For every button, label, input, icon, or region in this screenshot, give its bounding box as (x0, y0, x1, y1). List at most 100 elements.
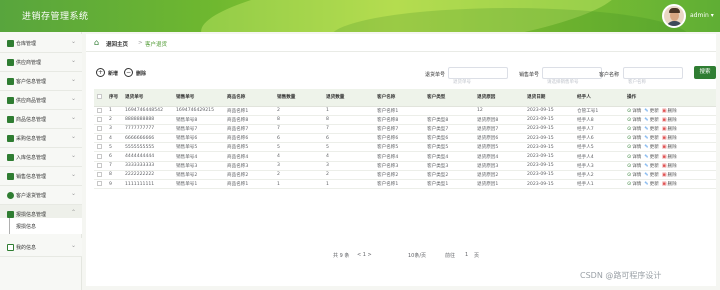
pagination-goto-input[interactable]: 1 (465, 252, 468, 258)
sidebar-subitem-damage-info[interactable]: 报损信息 (0, 218, 82, 234)
table-cell: 2023-09-15 (527, 126, 554, 132)
row-select-cell[interactable] (94, 161, 106, 170)
view-action-label: 详情 (632, 163, 642, 169)
sidebar-item-supplier[interactable]: 供应商管理 ⌄ (0, 53, 82, 72)
edit-action[interactable]: ✎更新 (644, 126, 658, 132)
col-header: 销售数量 (274, 89, 323, 107)
row-select-cell[interactable] (94, 143, 106, 152)
view-action[interactable]: ⊙详情 (627, 181, 641, 187)
table-row[interactable]: 6 4444444444 销售单号4 商品名称4 4 4 客户名称4 客户类型4 退货原因4 20… (94, 152, 716, 162)
sidebar-item-purchase[interactable]: 采购信息管理 ⌄ (0, 129, 82, 148)
table-cell: 客户类型6 (427, 136, 449, 142)
del-action[interactable]: ▣删除 (662, 135, 677, 141)
edit-action[interactable]: ✎更新 (644, 117, 658, 123)
return-no-input[interactable] (449, 77, 507, 88)
sidebar-item-customer-return[interactable]: 客户退货管理 ⌄ (0, 186, 82, 205)
chat-icon (7, 59, 14, 66)
search-button[interactable]: 搜索 (694, 66, 716, 79)
table-row[interactable]: 1 1694746448542 1694746429215 商品名称1 2 1 客户名称1 1… (94, 106, 716, 116)
del-action[interactable]: ▣删除 (662, 154, 677, 160)
pagination-page-size[interactable]: 10条/页 (408, 252, 426, 259)
table-cell: 7 (277, 126, 280, 132)
view-action[interactable]: ⊙详情 (627, 108, 641, 114)
table-row[interactable]: 3 7777777777 销售单号7 商品名称7 7 7 客户名称7 客户类型7 退货原因7 20… (94, 124, 716, 134)
view-action[interactable]: ⊙详情 (627, 172, 641, 178)
edit-action[interactable]: ✎更新 (644, 181, 658, 187)
table-row[interactable]: 5 5555555555 销售单号5 商品名称5 5 5 客户名称5 客户类型5 退货原因5 20… (94, 143, 716, 152)
sidebar-item-inbound[interactable]: 入库信息管理 ⌄ (0, 148, 82, 167)
row-checkbox[interactable] (97, 171, 102, 177)
del-action[interactable]: ▣删除 (662, 144, 677, 150)
row-checkbox[interactable] (97, 116, 102, 122)
row-select-cell[interactable] (94, 170, 106, 179)
del-action[interactable]: ▣删除 (662, 108, 677, 114)
sidebar-item-my-info[interactable]: 我的信息 ⌄ (0, 238, 82, 257)
row-select-cell[interactable] (94, 152, 106, 161)
pagination-pages[interactable]: < 1 > (357, 252, 372, 258)
customer-name-field[interactable] (623, 67, 683, 88)
customer-name-input[interactable] (624, 77, 682, 88)
row-checkbox[interactable] (97, 125, 102, 131)
sidebar-item-goods[interactable]: 商品信息管理 ⌄ (0, 110, 82, 129)
sidebar-item-sales[interactable]: 销售信息管理 ⌄ (0, 167, 82, 186)
row-select-cell[interactable] (94, 134, 106, 143)
del-action[interactable]: ▣删除 (662, 163, 677, 169)
view-action[interactable]: ⊙详情 (627, 135, 641, 141)
select-all-checkbox[interactable] (97, 94, 102, 100)
row-checkbox[interactable] (97, 162, 102, 168)
view-action[interactable]: ⊙详情 (627, 126, 641, 132)
chevron-down-icon: ⌄ (71, 190, 77, 197)
edit-action[interactable]: ✎更新 (644, 154, 658, 160)
col-header: 序号 (106, 89, 122, 107)
edit-action-label: 更新 (649, 145, 659, 151)
table-row[interactable]: 2 8888888888 销售单号8 商品名称8 8 8 客户名称8 客户类型8 退货原因8 20… (94, 115, 716, 125)
row-select-cell[interactable] (94, 106, 106, 115)
row-checkbox[interactable] (97, 135, 102, 141)
table-row[interactable]: 8 2222222222 销售单号2 商品名称2 2 2 客户名称2 客户类型2 退货原因2 20… (94, 170, 716, 180)
edit-action[interactable]: ✎更新 (644, 172, 658, 178)
table-cell: 8 (109, 172, 112, 178)
table-cell: 7 (326, 126, 329, 132)
user-avatar[interactable] (662, 4, 686, 28)
col-header: 退货单号 (122, 89, 173, 107)
row-select-cell[interactable] (94, 124, 106, 133)
view-action-label: 详情 (632, 126, 642, 132)
edit-action[interactable]: ✎更新 (644, 163, 658, 169)
view-action[interactable]: ⊙详情 (627, 144, 641, 150)
del-action-label: 删除 (667, 172, 677, 178)
table-cell: 7 (109, 163, 112, 169)
del-action[interactable]: ▣删除 (662, 117, 677, 123)
table-cell: 客户类型2 (427, 172, 449, 178)
sidebar-item-customer[interactable]: 客户信息管理 ⌄ (0, 72, 82, 91)
edit-action[interactable]: ✎更新 (644, 135, 658, 141)
sales-no-field[interactable] (542, 67, 602, 88)
view-action[interactable]: ⊙详情 (627, 154, 641, 160)
return-no-field[interactable] (448, 67, 508, 88)
del-action[interactable]: ▣删除 (662, 172, 677, 178)
chevron-down-icon: ⌄ (71, 171, 77, 178)
row-checkbox[interactable] (97, 181, 102, 187)
user-menu-toggle[interactable]: admin ▾ (690, 12, 714, 19)
edit-action[interactable]: ✎更新 (644, 108, 658, 114)
row-select-cell[interactable] (94, 180, 106, 189)
table-cell: 客户类型3 (427, 163, 449, 169)
del-action[interactable]: ▣删除 (662, 181, 677, 187)
view-action[interactable]: ⊙详情 (627, 163, 641, 169)
table-row[interactable]: 4 6666666666 销售单号6 商品名称6 6 6 客户名称6 客户类型6 退货原因6 20… (94, 134, 716, 143)
send-icon (7, 154, 14, 161)
row-select-cell[interactable] (94, 115, 106, 124)
view-action[interactable]: ⊙详情 (627, 117, 641, 123)
table-row[interactable]: 7 3333333333 销售单号3 商品名称3 3 3 客户名称3 客户类型3 退货原因3 20… (94, 161, 716, 171)
table-cell: 经手人5 (577, 145, 594, 151)
sales-no-input[interactable] (543, 77, 601, 88)
edit-action[interactable]: ✎更新 (644, 144, 658, 150)
row-checkbox[interactable] (97, 107, 102, 113)
table-row[interactable]: 9 1111111111 销售单号1 商品名称1 1 1 客户名称1 客户类型1 退货原因1 20… (94, 180, 716, 189)
row-checkbox[interactable] (97, 144, 102, 150)
row-checkbox[interactable] (97, 153, 102, 159)
sidebar-item-supply-goods[interactable]: 供应商品管理 ⌄ (0, 91, 82, 110)
select-all-cell[interactable] (94, 89, 106, 107)
sidebar-item-warehouse[interactable]: 仓库管理 ⌄ (0, 34, 82, 53)
breadcrumb-home[interactable]: 退回主页 (106, 40, 128, 48)
del-action[interactable]: ▣删除 (662, 126, 677, 132)
